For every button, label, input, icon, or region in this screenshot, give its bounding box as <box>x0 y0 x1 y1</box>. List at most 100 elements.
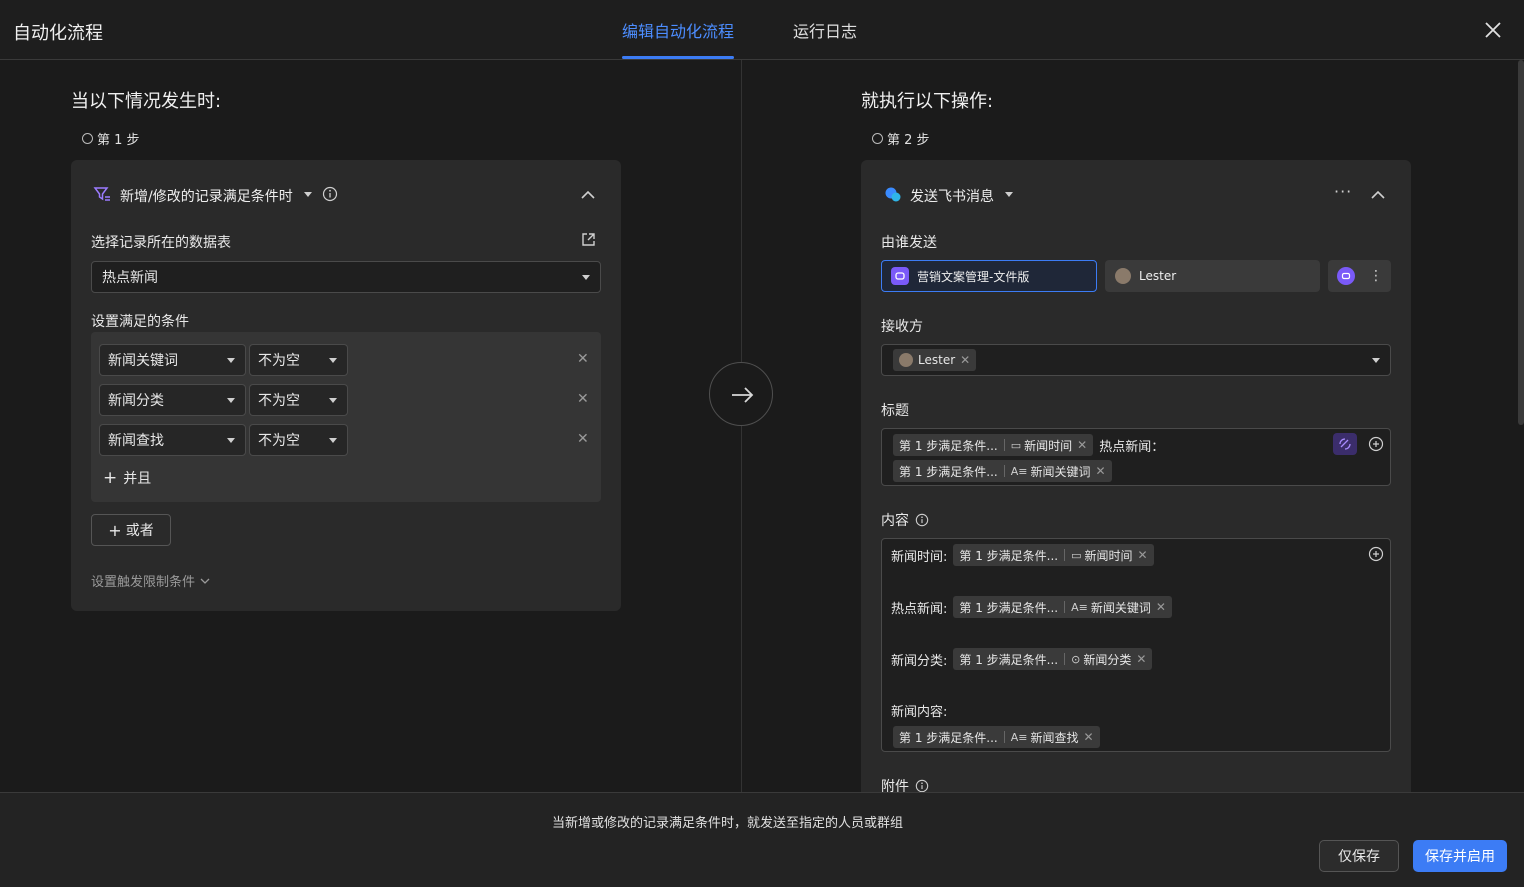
remove-chip-icon[interactable]: ✕ <box>1095 464 1105 478</box>
more-options-icon[interactable]: ··· <box>1334 182 1352 201</box>
footer-bar: 当新增或修改的记录满足条件时，就发送至指定的人员或群组 仅保存 保存并启用 <box>0 792 1524 887</box>
save-and-enable-button[interactable]: 保存并启用 <box>1413 840 1507 872</box>
content-row: 第 1 步满足条件... A≡ 新闻查找 ✕ <box>893 726 1100 748</box>
content-field-chip[interactable]: 第 1 步满足条件... A≡ 新闻关键词 ✕ <box>953 596 1172 618</box>
chip-step: 第 1 步满足条件... <box>899 464 998 479</box>
sender-user-option[interactable]: Lester <box>1105 260 1320 292</box>
remove-condition-icon[interactable]: ✕ <box>577 431 589 447</box>
title-field-chip[interactable]: 第 1 步满足条件... A≡ 新闻关键词 ✕ <box>893 460 1112 482</box>
receiver-chip: Lester ✕ <box>893 349 977 371</box>
condition-operator-select[interactable]: 不为空 <box>249 424 348 456</box>
action-step: 第 2 步 <box>872 129 930 148</box>
trigger-step: 第 1 步 <box>82 129 140 148</box>
condition-operator-value: 不为空 <box>258 393 300 409</box>
chip-field: 新闻查找 <box>1030 730 1079 745</box>
content-input[interactable] <box>881 538 1391 752</box>
sender-extra-group: ⋮ <box>1328 260 1391 292</box>
ai-rewrite-icon[interactable] <box>1333 433 1357 455</box>
table-select[interactable]: 热点新闻 <box>91 261 601 293</box>
remove-chip-icon[interactable]: ✕ <box>1138 548 1148 562</box>
remove-receiver-icon[interactable]: ✕ <box>960 353 970 367</box>
action-step-label: 第 2 步 <box>887 133 930 148</box>
content-field-chip[interactable]: 第 1 步满足条件... ▭ 新闻时间 ✕ <box>953 544 1154 566</box>
remove-condition-icon[interactable]: ✕ <box>577 391 589 407</box>
save-only-button[interactable]: 仅保存 <box>1319 840 1399 872</box>
chip-field: 新闻关键词 <box>1090 600 1151 615</box>
info-icon[interactable] <box>322 186 338 202</box>
condition-field-select[interactable]: 新闻查找 <box>99 424 246 456</box>
sender-bot-name: 营销文案管理-文件版 <box>917 269 1030 284</box>
trigger-limit-label: 设置触发限制条件 <box>91 575 196 590</box>
add-or-condition-button[interactable]: + 或者 <box>91 514 171 546</box>
title-static-text: 热点新闻： <box>1099 439 1165 455</box>
vertical-dots-icon[interactable]: ⋮ <box>1369 269 1383 283</box>
condition-field-select[interactable]: 新闻分类 <box>99 384 246 416</box>
remove-chip-icon[interactable]: ✕ <box>1156 600 1166 614</box>
trigger-type-label[interactable]: 新增/修改的记录满足条件时 <box>120 186 293 206</box>
title-field-chip[interactable]: 第 1 步满足条件... ▭ 新闻时间 ✕ <box>893 434 1094 456</box>
info-icon[interactable] <box>915 779 929 793</box>
add-and-condition-button[interactable]: + 并且 <box>103 468 151 488</box>
plus-icon: + <box>108 520 122 540</box>
trigger-limit-toggle[interactable]: 设置触发限制条件 <box>91 571 211 590</box>
content-row-prefix: 新闻时间: <box>891 549 948 565</box>
receiver-user-name: Lester <box>918 353 956 367</box>
text-icon: A≡ <box>1071 600 1088 614</box>
and-label: 并且 <box>123 471 152 487</box>
title-line-2: 第 1 步满足条件... A≡ 新闻关键词 ✕ <box>893 460 1112 482</box>
chip-step: 第 1 步满足条件... <box>959 548 1059 563</box>
tab-edit-flow[interactable]: 编辑自动化流程 <box>622 18 734 42</box>
remove-chip-icon[interactable]: ✕ <box>1136 652 1146 666</box>
action-section-title: 就执行以下操作: <box>861 91 994 112</box>
bot-switch-icon[interactable] <box>1337 267 1355 285</box>
condition-field-value: 新闻关键词 <box>108 353 178 369</box>
chevron-down-icon <box>1372 358 1380 363</box>
add-circle-icon[interactable] <box>1368 546 1384 562</box>
action-type-caret-icon[interactable] <box>1005 192 1013 197</box>
chevron-down-icon <box>329 438 337 443</box>
chevron-down-icon <box>329 358 337 363</box>
title-line-1: 第 1 步满足条件... ▭ 新闻时间 ✕ 热点新闻： <box>893 434 1164 456</box>
info-icon[interactable] <box>915 513 929 527</box>
chevron-down-icon <box>227 438 235 443</box>
chip-field: 新闻关键词 <box>1030 464 1091 479</box>
content-row-prefix: 新闻分类: <box>891 653 948 669</box>
collapse-chevron-up-icon[interactable] <box>579 186 597 204</box>
chip-field: 新闻时间 <box>1084 548 1133 563</box>
condition-field-value: 新闻查找 <box>108 433 164 449</box>
content-row: 新闻分类: 第 1 步满足条件... ⊙ 新闻分类 ✕ <box>891 648 1153 670</box>
action-type-label[interactable]: 发送飞书消息 <box>910 186 994 206</box>
active-tab-indicator <box>622 56 734 59</box>
plus-icon: + <box>103 468 118 488</box>
receiver-select[interactable]: Lester ✕ <box>881 344 1391 376</box>
external-link-icon[interactable] <box>580 231 597 248</box>
chip-field: 新闻时间 <box>1024 438 1073 453</box>
condition-label: 设置满足的条件 <box>91 314 189 330</box>
tab-run-log[interactable]: 运行日志 <box>793 18 857 42</box>
table-select-label: 选择记录所在的数据表 <box>91 235 231 251</box>
collapse-chevron-up-icon[interactable] <box>1369 186 1387 204</box>
condition-operator-select[interactable]: 不为空 <box>249 384 348 416</box>
condition-operator-select[interactable]: 不为空 <box>249 344 348 376</box>
remove-chip-icon[interactable]: ✕ <box>1083 730 1093 744</box>
add-circle-icon[interactable] <box>1368 436 1384 452</box>
content-label: 内容 <box>881 513 909 529</box>
condition-field-select[interactable]: 新闻关键词 <box>99 344 246 376</box>
remove-condition-icon[interactable]: ✕ <box>577 351 589 367</box>
close-icon[interactable] <box>1481 18 1505 42</box>
chip-step: 第 1 步满足条件... <box>899 730 998 745</box>
filter-icon <box>93 187 110 201</box>
content-row-prefix: 新闻内容: <box>891 705 948 720</box>
chevron-down-icon <box>227 358 235 363</box>
chevron-down-icon <box>227 398 235 403</box>
content-field-chip[interactable]: 第 1 步满足条件... A≡ 新闻查找 ✕ <box>893 726 1100 748</box>
feishu-bubble-icon <box>885 187 901 202</box>
text-icon: A≡ <box>1010 464 1028 478</box>
trigger-type-caret-icon[interactable] <box>304 192 312 197</box>
sender-bot-option[interactable]: 营销文案管理-文件版 <box>881 260 1097 292</box>
calendar-icon: ▭ <box>1071 548 1082 562</box>
content-row: 新闻时间: 第 1 步满足条件... ▭ 新闻时间 ✕ <box>891 544 1154 566</box>
content-field-chip[interactable]: 第 1 步满足条件... ⊙ 新闻分类 ✕ <box>953 648 1153 670</box>
scrollbar[interactable] <box>1518 60 1524 425</box>
remove-chip-icon[interactable]: ✕ <box>1077 438 1087 452</box>
